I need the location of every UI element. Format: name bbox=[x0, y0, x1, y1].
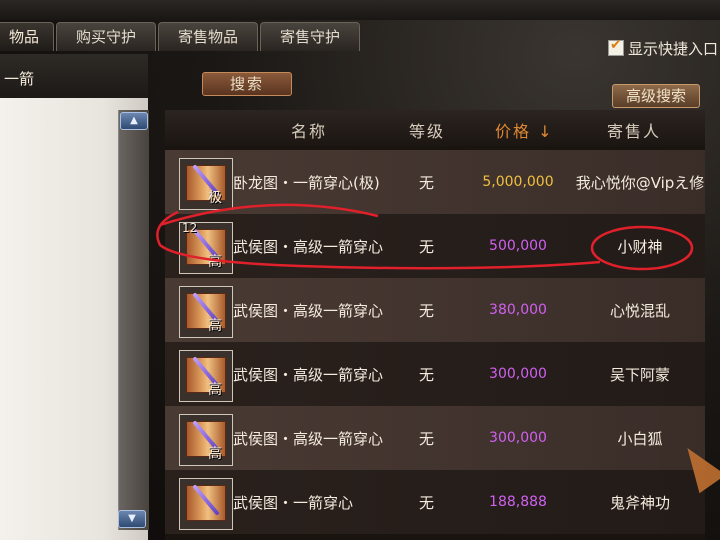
grade-badge: 高 bbox=[208, 382, 222, 398]
column-header-name[interactable]: 名称 bbox=[291, 118, 327, 142]
table-row[interactable]: 高 武侯图・高级一箭穿心 无 300,000 小白狐 bbox=[165, 406, 705, 470]
quick-entry-label: 显示快捷入口 bbox=[628, 40, 719, 58]
item-level: 无 bbox=[419, 430, 435, 448]
item-price: 5,000,000 bbox=[482, 174, 554, 190]
grade-badge: 极 bbox=[208, 190, 222, 206]
item-level: 无 bbox=[419, 302, 435, 320]
search-button[interactable]: 搜索 bbox=[202, 72, 292, 96]
stack-count: 12 bbox=[182, 221, 198, 235]
item-level: 无 bbox=[419, 494, 435, 512]
item-price: 300,000 bbox=[489, 366, 547, 382]
scroll-item-icon[interactable]: 高 bbox=[179, 286, 233, 338]
table-row[interactable]: 武侯图・一箭穿心 无 188,888 鬼斧神功 bbox=[165, 470, 705, 534]
grade-badge: 高 bbox=[208, 318, 222, 334]
scroll-item-icon[interactable]: 极 bbox=[179, 158, 233, 210]
item-name: 武侯图・高级一箭穿心 bbox=[233, 238, 384, 256]
item-seller: 吴下阿蒙 bbox=[609, 366, 670, 384]
tab-consign-items[interactable]: 寄售物品 bbox=[158, 22, 258, 51]
item-level: 无 bbox=[419, 366, 435, 384]
scroll-item-icon[interactable]: 高 bbox=[179, 350, 233, 402]
item-name: 卧龙图・一箭穿心(极) bbox=[233, 174, 380, 192]
item-price: 380,000 bbox=[489, 302, 547, 318]
grade-badge: 高 bbox=[208, 446, 222, 462]
tab-consign-guardian[interactable]: 寄售守护 bbox=[260, 22, 360, 51]
column-header-price[interactable]: 价格 ↓ bbox=[495, 118, 554, 142]
tab-buy-guardian[interactable]: 购买守护 bbox=[56, 22, 156, 51]
item-price: 300,000 bbox=[489, 430, 547, 446]
item-price: 500,000 bbox=[489, 238, 547, 254]
item-seller: 小白狐 bbox=[617, 430, 663, 448]
grade-badge: 高 bbox=[208, 254, 222, 270]
item-name: 武侯图・高级一箭穿心 bbox=[233, 366, 384, 384]
column-header-level[interactable]: 等级 bbox=[409, 118, 445, 142]
quick-entry-toggle[interactable]: ✔ 显示快捷入口 bbox=[608, 37, 719, 59]
category-header: 一箭 bbox=[0, 54, 148, 98]
checkmark-icon: ✔ bbox=[610, 37, 622, 53]
chevron-down-icon[interactable]: ▼ bbox=[118, 510, 146, 528]
item-price: 188,888 bbox=[489, 494, 547, 510]
listing-table: 名称 等级 价格 ↓ 寄售人 极 卧龙图・一箭穿心(极) 无 5,000,000… bbox=[165, 110, 705, 540]
table-header: 名称 等级 价格 ↓ 寄售人 bbox=[165, 110, 705, 146]
scroll-item-icon[interactable] bbox=[179, 478, 233, 530]
quick-entry-checkbox[interactable]: ✔ bbox=[608, 37, 624, 56]
tab-items[interactable]: 物品 bbox=[0, 22, 54, 51]
item-name: 武侯图・高级一箭穿心 bbox=[233, 430, 384, 448]
table-row[interactable]: 极 卧龙图・一箭穿心(极) 无 5,000,000 我心悦你@Vipえ修 bbox=[165, 150, 705, 214]
advanced-search-button[interactable]: 高级搜索 bbox=[612, 84, 700, 108]
column-header-seller[interactable]: 寄售人 bbox=[607, 118, 661, 142]
scroll-item-icon[interactable]: 12 高 bbox=[179, 221, 233, 274]
chevron-up-icon[interactable]: ▲ bbox=[120, 112, 148, 130]
table-row[interactable]: 12 高 武侯图・高级一箭穿心 无 500,000 小财神 bbox=[165, 214, 705, 278]
item-seller: 我心悦你@Vipえ修 bbox=[575, 174, 705, 192]
item-seller: 鬼斧神功 bbox=[609, 494, 670, 512]
game-auction-window: 物品 购买守护 寄售物品 寄售守护 ✔ 显示快捷入口 一箭 搜索 高级搜索 ▲ ▼… bbox=[0, 0, 720, 540]
scroll-item-icon[interactable]: 高 bbox=[179, 414, 233, 466]
item-seller: 心悦混乱 bbox=[609, 302, 670, 320]
item-name: 武侯图・高级一箭穿心 bbox=[233, 302, 384, 320]
item-seller: 小财神 bbox=[617, 238, 663, 256]
table-row[interactable]: 高 武侯图・高级一箭穿心 无 380,000 心悦混乱 bbox=[165, 278, 705, 342]
window-top-strip bbox=[0, 0, 720, 20]
category-filter-text: 一箭 bbox=[4, 70, 35, 88]
scrollbar-track[interactable] bbox=[118, 110, 149, 530]
item-level: 无 bbox=[419, 238, 435, 256]
item-level: 无 bbox=[419, 174, 435, 192]
item-name: 武侯图・一箭穿心 bbox=[233, 494, 354, 512]
table-row[interactable]: 高 武侯图・高级一箭穿心 无 300,000 吴下阿蒙 bbox=[165, 342, 705, 406]
